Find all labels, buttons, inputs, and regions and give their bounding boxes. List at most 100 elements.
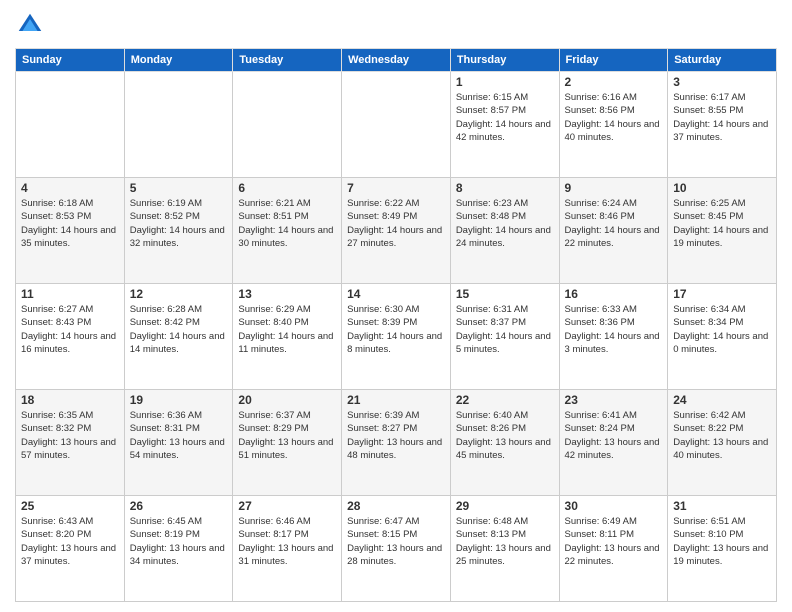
- day-number: 9: [565, 181, 663, 195]
- calendar-cell: 4 Sunrise: 6:18 AMSunset: 8:53 PMDaylight…: [16, 178, 125, 284]
- calendar-cell: 12 Sunrise: 6:28 AMSunset: 8:42 PMDayligh…: [124, 284, 233, 390]
- day-number: 2: [565, 75, 663, 89]
- day-info: Sunrise: 6:40 AMSunset: 8:26 PMDaylight:…: [456, 409, 554, 462]
- day-number: 15: [456, 287, 554, 301]
- calendar-cell: 7 Sunrise: 6:22 AMSunset: 8:49 PMDaylight…: [342, 178, 451, 284]
- day-number: 23: [565, 393, 663, 407]
- day-number: 14: [347, 287, 445, 301]
- day-number: 28: [347, 499, 445, 513]
- day-info: Sunrise: 6:45 AMSunset: 8:19 PMDaylight:…: [130, 515, 228, 568]
- day-info: Sunrise: 6:43 AMSunset: 8:20 PMDaylight:…: [21, 515, 119, 568]
- day-number: 16: [565, 287, 663, 301]
- day-info: Sunrise: 6:49 AMSunset: 8:11 PMDaylight:…: [565, 515, 663, 568]
- day-number: 8: [456, 181, 554, 195]
- calendar-cell: 10 Sunrise: 6:25 AMSunset: 8:45 PMDayligh…: [668, 178, 777, 284]
- day-info: Sunrise: 6:23 AMSunset: 8:48 PMDaylight:…: [456, 197, 554, 250]
- calendar-header-saturday: Saturday: [668, 49, 777, 72]
- day-number: 27: [238, 499, 336, 513]
- day-info: Sunrise: 6:31 AMSunset: 8:37 PMDaylight:…: [456, 303, 554, 356]
- calendar-cell: 27Sunrise: 6:46 AMSunset: 8:17 PMDayligh…: [233, 496, 342, 602]
- day-number: 1: [456, 75, 554, 89]
- day-info: Sunrise: 6:15 AMSunset: 8:57 PMDaylight:…: [456, 91, 554, 144]
- day-number: 19: [130, 393, 228, 407]
- calendar-cell: 18 Sunrise: 6:35 AMSunset: 8:32 PMDayligh…: [16, 390, 125, 496]
- day-number: 10: [673, 181, 771, 195]
- day-number: 11: [21, 287, 119, 301]
- calendar-week-4: 25 Sunrise: 6:43 AMSunset: 8:20 PMDayligh…: [16, 496, 777, 602]
- day-number: 4: [21, 181, 119, 195]
- calendar-cell: [233, 72, 342, 178]
- calendar-cell: 3Sunrise: 6:17 AMSunset: 8:55 PMDaylight…: [668, 72, 777, 178]
- day-number: 5: [130, 181, 228, 195]
- day-info: Sunrise: 6:27 AMSunset: 8:43 PMDaylight:…: [21, 303, 119, 356]
- calendar-week-1: 4 Sunrise: 6:18 AMSunset: 8:53 PMDaylight…: [16, 178, 777, 284]
- calendar-cell: 23 Sunrise: 6:41 AMSunset: 8:24 PMDayligh…: [559, 390, 668, 496]
- calendar-header: SundayMondayTuesdayWednesdayThursdayFrid…: [16, 49, 777, 72]
- calendar-cell: 26 Sunrise: 6:45 AMSunset: 8:19 PMDayligh…: [124, 496, 233, 602]
- calendar-cell: 21Sunrise: 6:39 AMSunset: 8:27 PMDayligh…: [342, 390, 451, 496]
- day-info: Sunrise: 6:18 AMSunset: 8:53 PMDaylight:…: [21, 197, 119, 250]
- day-info: Sunrise: 6:19 AMSunset: 8:52 PMDaylight:…: [130, 197, 228, 250]
- calendar-cell: 8 Sunrise: 6:23 AMSunset: 8:48 PMDaylight…: [450, 178, 559, 284]
- calendar: SundayMondayTuesdayWednesdayThursdayFrid…: [15, 48, 777, 602]
- day-number: 6: [238, 181, 336, 195]
- day-number: 7: [347, 181, 445, 195]
- calendar-cell: 5 Sunrise: 6:19 AMSunset: 8:52 PMDaylight…: [124, 178, 233, 284]
- day-info: Sunrise: 6:39 AMSunset: 8:27 PMDaylight:…: [347, 409, 445, 462]
- day-number: 22: [456, 393, 554, 407]
- calendar-header-monday: Monday: [124, 49, 233, 72]
- calendar-cell: 6 Sunrise: 6:21 AMSunset: 8:51 PMDaylight…: [233, 178, 342, 284]
- day-info: Sunrise: 6:25 AMSunset: 8:45 PMDaylight:…: [673, 197, 771, 250]
- day-info: Sunrise: 6:28 AMSunset: 8:42 PMDaylight:…: [130, 303, 228, 356]
- day-info: Sunrise: 6:34 AMSunset: 8:34 PMDaylight:…: [673, 303, 771, 356]
- calendar-cell: 15 Sunrise: 6:31 AMSunset: 8:37 PMDayligh…: [450, 284, 559, 390]
- calendar-cell: [124, 72, 233, 178]
- day-info: Sunrise: 6:35 AMSunset: 8:32 PMDaylight:…: [21, 409, 119, 462]
- calendar-cell: 2 Sunrise: 6:16 AMSunset: 8:56 PMDaylight…: [559, 72, 668, 178]
- day-number: 26: [130, 499, 228, 513]
- day-number: 12: [130, 287, 228, 301]
- day-number: 29: [456, 499, 554, 513]
- calendar-cell: [16, 72, 125, 178]
- calendar-cell: 11 Sunrise: 6:27 AMSunset: 8:43 PMDayligh…: [16, 284, 125, 390]
- calendar-header-sunday: Sunday: [16, 49, 125, 72]
- calendar-cell: 9Sunrise: 6:24 AMSunset: 8:46 PMDaylight…: [559, 178, 668, 284]
- day-number: 31: [673, 499, 771, 513]
- day-number: 20: [238, 393, 336, 407]
- day-info: Sunrise: 6:42 AMSunset: 8:22 PMDaylight:…: [673, 409, 771, 462]
- calendar-cell: 14 Sunrise: 6:30 AMSunset: 8:39 PMDayligh…: [342, 284, 451, 390]
- header: [15, 10, 777, 40]
- calendar-cell: 20 Sunrise: 6:37 AMSunset: 8:29 PMDayligh…: [233, 390, 342, 496]
- calendar-cell: 31 Sunrise: 6:51 AMSunset: 8:10 PMDayligh…: [668, 496, 777, 602]
- day-info: Sunrise: 6:29 AMSunset: 8:40 PMDaylight:…: [238, 303, 336, 356]
- calendar-header-wednesday: Wednesday: [342, 49, 451, 72]
- calendar-cell: 24 Sunrise: 6:42 AMSunset: 8:22 PMDayligh…: [668, 390, 777, 496]
- day-info: Sunrise: 6:30 AMSunset: 8:39 PMDaylight:…: [347, 303, 445, 356]
- calendar-cell: 19 Sunrise: 6:36 AMSunset: 8:31 PMDayligh…: [124, 390, 233, 496]
- day-info: Sunrise: 6:16 AMSunset: 8:56 PMDaylight:…: [565, 91, 663, 144]
- day-info: Sunrise: 6:37 AMSunset: 8:29 PMDaylight:…: [238, 409, 336, 462]
- day-number: 24: [673, 393, 771, 407]
- day-number: 25: [21, 499, 119, 513]
- calendar-cell: [342, 72, 451, 178]
- calendar-cell: 29 Sunrise: 6:48 AMSunset: 8:13 PMDayligh…: [450, 496, 559, 602]
- calendar-cell: 1 Sunrise: 6:15 AMSunset: 8:57 PMDaylight…: [450, 72, 559, 178]
- day-info: Sunrise: 6:36 AMSunset: 8:31 PMDaylight:…: [130, 409, 228, 462]
- day-info: Sunrise: 6:22 AMSunset: 8:49 PMDaylight:…: [347, 197, 445, 250]
- day-info: Sunrise: 6:41 AMSunset: 8:24 PMDaylight:…: [565, 409, 663, 462]
- calendar-cell: 22 Sunrise: 6:40 AMSunset: 8:26 PMDayligh…: [450, 390, 559, 496]
- calendar-header-thursday: Thursday: [450, 49, 559, 72]
- day-info: Sunrise: 6:51 AMSunset: 8:10 PMDaylight:…: [673, 515, 771, 568]
- day-info: Sunrise: 6:48 AMSunset: 8:13 PMDaylight:…: [456, 515, 554, 568]
- logo-icon: [15, 10, 45, 40]
- calendar-header-friday: Friday: [559, 49, 668, 72]
- day-info: Sunrise: 6:21 AMSunset: 8:51 PMDaylight:…: [238, 197, 336, 250]
- calendar-cell: 25 Sunrise: 6:43 AMSunset: 8:20 PMDayligh…: [16, 496, 125, 602]
- day-info: Sunrise: 6:47 AMSunset: 8:15 PMDaylight:…: [347, 515, 445, 568]
- day-info: Sunrise: 6:33 AMSunset: 8:36 PMDaylight:…: [565, 303, 663, 356]
- calendar-cell: 28 Sunrise: 6:47 AMSunset: 8:15 PMDayligh…: [342, 496, 451, 602]
- calendar-cell: 30Sunrise: 6:49 AMSunset: 8:11 PMDayligh…: [559, 496, 668, 602]
- day-number: 18: [21, 393, 119, 407]
- calendar-week-0: 1 Sunrise: 6:15 AMSunset: 8:57 PMDaylight…: [16, 72, 777, 178]
- page: SundayMondayTuesdayWednesdayThursdayFrid…: [0, 0, 792, 612]
